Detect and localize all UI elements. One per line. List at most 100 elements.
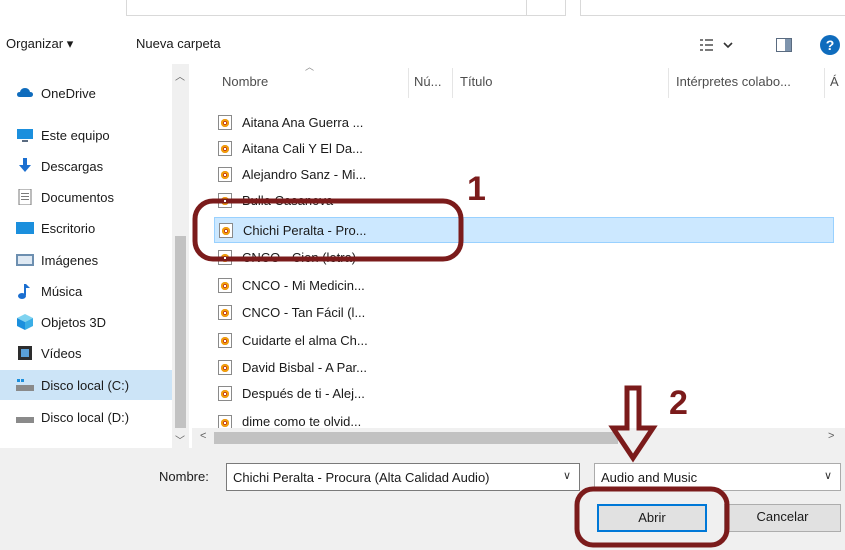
file-name-value: Chichi Peralta - Procura (Alta Calidad A…	[233, 470, 490, 485]
nav-item-onedrive[interactable]: OneDrive	[0, 78, 172, 108]
column-separator	[408, 68, 409, 98]
file-type-value: Audio and Music	[601, 470, 698, 485]
address-separator	[526, 0, 527, 15]
file-name: Cuidarte el alma Ch...	[242, 332, 368, 348]
column-interpretes[interactable]: Intérpretes colabo...	[676, 74, 791, 89]
column-album[interactable]: Á	[830, 74, 839, 89]
scroll-left-arrow-icon[interactable]: <	[200, 430, 206, 442]
audio-file-icon	[218, 304, 232, 320]
nav-label: Disco local (D:)	[41, 409, 130, 425]
nav-item-documentos[interactable]: Documentos	[0, 182, 172, 212]
file-name: Chichi Peralta - Pro...	[243, 222, 367, 238]
nav-label: Disco local (C:)	[41, 377, 130, 393]
nav-scroll-thumb[interactable]	[175, 236, 186, 428]
file-name: Alejandro Sanz - Mi...	[242, 166, 367, 182]
audio-file-icon	[218, 415, 232, 428]
file-row[interactable]: CNCO - Cien (letra)	[214, 244, 834, 270]
nav-item-descargas[interactable]: Descargas	[0, 151, 172, 181]
scroll-up-arrow-icon[interactable]: ︿	[175, 68, 185, 83]
cancel-button[interactable]: Cancelar	[724, 504, 841, 532]
nav-item-este-equipo[interactable]: Este equipo	[0, 120, 172, 150]
audio-file-icon	[218, 140, 232, 156]
picture-icon	[16, 254, 34, 266]
nav-label: Documentos	[41, 189, 114, 205]
file-name-label: Nombre:	[159, 469, 209, 484]
column-separator	[824, 68, 825, 98]
search-box[interactable]	[580, 0, 845, 16]
nav-label: OneDrive	[41, 85, 96, 101]
file-row[interactable]: CNCO - Tan Fácil (l...	[214, 299, 834, 325]
top-address-area	[0, 0, 845, 26]
computer-icon	[17, 129, 33, 142]
column-separator	[668, 68, 669, 98]
file-row[interactable]: Aitana Ana Guerra ...	[214, 109, 834, 135]
help-icon[interactable]: ?	[820, 35, 840, 55]
file-row-selected[interactable]: Chichi Peralta - Pro...	[214, 217, 834, 243]
desktop-icon	[16, 222, 34, 234]
nav-label: Escritorio	[41, 220, 96, 236]
organize-menu-button[interactable]: Organizar ▾	[6, 36, 73, 52]
nav-label: Objetos 3D	[41, 314, 107, 330]
nav-label: Música	[41, 283, 83, 299]
horizontal-scroll-thumb[interactable]	[214, 432, 618, 444]
nav-item-imagenes[interactable]: Imágenes	[0, 245, 172, 275]
audio-file-icon	[218, 192, 232, 208]
cloud-icon	[17, 88, 33, 97]
file-row[interactable]: Aitana Cali Y El Da...	[214, 135, 834, 161]
file-name-input[interactable]: Chichi Peralta - Procura (Alta Calidad A…	[226, 463, 580, 491]
chevron-down-icon[interactable]: ∨	[563, 469, 571, 482]
column-nombre[interactable]: Nombre	[222, 74, 268, 89]
file-name: Aitana Ana Guerra ...	[242, 114, 364, 130]
file-name: Bulla Casanova	[242, 192, 334, 208]
file-name: Después de ti - Alej...	[242, 385, 365, 401]
file-name: CNCO - Cien (letra)	[242, 249, 357, 265]
drive-icon	[16, 417, 34, 423]
annotation-step-2: 2	[669, 384, 688, 422]
view-options-button[interactable]	[700, 36, 740, 56]
file-name: David Bisbal - A Par...	[242, 359, 368, 375]
file-name: CNCO - Mi Medicin...	[242, 277, 365, 293]
drive-icon	[16, 379, 34, 391]
scroll-down-arrow-icon[interactable]: ﹀	[175, 432, 185, 447]
scroll-right-arrow-icon[interactable]: >	[828, 430, 834, 442]
nav-item-escritorio[interactable]: Escritorio	[0, 213, 172, 243]
cube-icon	[17, 314, 33, 330]
audio-file-icon	[218, 114, 232, 130]
nav-item-disco-d[interactable]: Disco local (D:)	[0, 402, 172, 432]
dialog-footer: Nombre: Chichi Peralta - Procura (Alta C…	[0, 448, 845, 550]
nav-label: Vídeos	[41, 345, 82, 361]
toolbar: Organizar ▾ Nueva carpeta ?	[0, 28, 845, 64]
file-row[interactable]: Después de ti - Alej...	[214, 380, 834, 406]
sort-ascending-icon: ︿	[305, 62, 315, 72]
nav-label: Imágenes	[41, 252, 99, 268]
nav-scrollbar[interactable]: ︿ ﹀	[172, 64, 189, 448]
chevron-down-icon[interactable]: ∨	[824, 469, 832, 482]
file-row[interactable]: Alejandro Sanz - Mi...	[214, 161, 834, 187]
file-row[interactable]: CNCO - Mi Medicin...	[214, 272, 834, 298]
file-row[interactable]: David Bisbal - A Par...	[214, 354, 834, 380]
preview-pane-icon[interactable]	[776, 38, 792, 52]
film-icon	[18, 346, 32, 360]
address-bar[interactable]	[126, 0, 566, 16]
file-row[interactable]: Bulla Casanova	[214, 187, 834, 213]
download-icon	[19, 158, 31, 172]
document-icon	[18, 189, 32, 205]
column-titulo[interactable]: Título	[460, 74, 493, 89]
nav-item-objetos-3d[interactable]: Objetos 3D	[0, 307, 172, 337]
column-header-row: ︿ Nombre Nú... Título Intérpretes colabo…	[192, 62, 845, 104]
file-type-select[interactable]: Audio and Music ∨	[594, 463, 841, 491]
horizontal-scrollbar[interactable]: < >	[192, 428, 845, 448]
new-folder-button[interactable]: Nueva carpeta	[136, 36, 221, 51]
music-icon	[18, 284, 30, 299]
nav-item-videos[interactable]: Vídeos	[0, 338, 172, 368]
nav-item-disco-c[interactable]: Disco local (C:)	[0, 370, 172, 400]
column-numero[interactable]: Nú...	[414, 74, 441, 89]
open-button[interactable]: Abrir	[597, 504, 707, 532]
file-row[interactable]: dime como te olvid...	[214, 409, 834, 428]
nav-item-musica[interactable]: Música	[0, 276, 172, 306]
file-row[interactable]: Cuidarte el alma Ch...	[214, 327, 834, 353]
audio-file-icon	[218, 359, 232, 375]
audio-file-icon	[218, 277, 232, 293]
column-separator	[452, 68, 453, 98]
nav-label: Descargas	[41, 158, 104, 174]
